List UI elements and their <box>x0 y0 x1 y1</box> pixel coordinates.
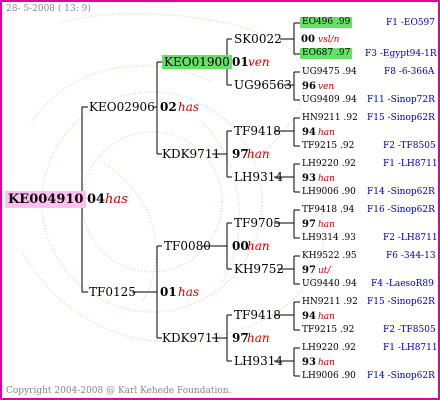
gen4-num-7: 93 <box>302 357 316 368</box>
gen4-bottom-right-3: F14 -Sinop62R <box>367 187 435 197</box>
gen4-top-right-4: F16 -Sinop62R <box>367 205 435 215</box>
gen3-father-2[interactable]: TF9705 <box>234 217 281 229</box>
gen4-bottom-2[interactable]: TF9215 .92 <box>302 142 354 151</box>
gen4-num-2: 94 <box>302 127 316 138</box>
gen1-id-1[interactable]: TF0125 <box>89 286 136 298</box>
gen4-bottom-right-4: F2 -LH8711 <box>383 233 438 243</box>
gen4-top-right-2: F15 -Sinop62R <box>367 113 435 123</box>
gen4-tag-2: han <box>318 128 335 138</box>
gen4-top-right-3: F1 -LH8711 <box>383 159 438 169</box>
gen2-id-0[interactable]: KEO01900 <box>162 55 232 69</box>
gen1-id-0[interactable]: KEO02906 <box>89 101 155 113</box>
gen2-id-3[interactable]: KDK9711 <box>162 332 220 344</box>
gen2-tag-3: han <box>247 331 270 345</box>
gen3-mother-0[interactable]: UG96563 <box>234 79 292 91</box>
gen2-tag-0: ven <box>248 55 270 69</box>
gen4-bottom-3[interactable]: LH9006 .90 <box>302 188 356 197</box>
gen4-bottom-right-6: F2 -TF8505 <box>383 325 436 335</box>
gen4-num-4: 97 <box>302 219 316 230</box>
root-id[interactable]: KE004910 <box>5 191 87 208</box>
pedigree-window: 28- 5-2008 ( 13: 9) KE004910 04 has KEO0… <box>0 0 440 400</box>
gen4-top-right-7: F1 -LH8711 <box>383 343 438 353</box>
gen2-id-2[interactable]: TF0080 <box>164 240 211 252</box>
root-tag: has <box>105 192 128 207</box>
gen4-bottom-right-0: F3 -Egypt94-1R <box>365 49 437 59</box>
gen1-number-0: 02 <box>160 100 177 114</box>
gen4-tag-3: han <box>318 174 335 184</box>
gen4-top-6[interactable]: HN9211 .92 <box>302 298 358 307</box>
gen4-tag-0: vsl/n <box>318 35 340 45</box>
gen4-bottom-5[interactable]: UG9440 .94 <box>302 280 357 289</box>
gen4-num-0: 00 <box>301 34 315 45</box>
gen4-bottom-4[interactable]: LH9314 .93 <box>302 234 356 243</box>
gen4-top-5[interactable]: KH9522 .95 <box>302 252 357 261</box>
gen4-tag-7: han <box>318 358 335 368</box>
root-number: 04 <box>87 192 106 207</box>
gen4-num-1: 96 <box>302 81 316 92</box>
gen4-top-0[interactable]: EO496 .99 <box>300 17 353 28</box>
gen4-top-4[interactable]: TF9418 .94 <box>302 206 354 215</box>
gen3-mother-3[interactable]: LH9314 <box>234 355 283 367</box>
gen4-tag-6: han <box>318 312 335 322</box>
gen4-tag-1: ven <box>318 82 335 92</box>
gen4-top-2[interactable]: HN9211 .92 <box>302 114 358 123</box>
gen4-bottom-0[interactable]: EO687 .97 <box>300 48 353 59</box>
gen3-mother-1[interactable]: LH9314 <box>234 171 283 183</box>
footer-copyright: Copyright 2004-2008 @ Karl Kehede Founda… <box>6 386 232 396</box>
gen4-tag-4: han <box>318 220 335 230</box>
gen3-father-3[interactable]: TF9418 <box>234 309 281 321</box>
gen4-bottom-right-1: F11 -Sinop72R <box>367 95 435 105</box>
gen4-tag-5: ut/ <box>318 266 331 276</box>
gen2-tag-2: han <box>247 239 270 253</box>
gen3-mother-2[interactable]: KH9752 <box>234 263 284 275</box>
gen2-tag-1: han <box>247 147 270 161</box>
gen4-bottom-6[interactable]: TF9215 .92 <box>302 326 354 335</box>
gen4-top-right-6: F15 -Sinop62R <box>367 297 435 307</box>
gen4-top-right-1: F8 -6-366A <box>384 67 435 77</box>
gen1-tag-0: has <box>178 100 200 114</box>
gen2-number-0: 01 <box>232 55 249 69</box>
gen4-num-3: 93 <box>302 173 316 184</box>
gen1-number-1: 01 <box>160 285 177 299</box>
gen2-id-1[interactable]: KDK9711 <box>162 148 220 160</box>
gen4-top-right-0: F1 -EO597 <box>386 18 435 28</box>
gen4-bottom-right-5: F4 -LaesoR89 <box>371 279 434 289</box>
gen4-top-3[interactable]: LH9220 .92 <box>302 160 356 169</box>
gen4-top-1[interactable]: UG9475 .94 <box>302 68 357 77</box>
gen4-bottom-1[interactable]: UG9409 .94 <box>302 96 357 105</box>
gen1-tag-1: has <box>178 285 200 299</box>
gen4-bottom-right-2: F2 -TF8505 <box>383 141 436 151</box>
gen4-top-7[interactable]: LH9220 .92 <box>302 344 356 353</box>
gen3-father-1[interactable]: TF9418 <box>234 125 281 137</box>
gen3-father-0[interactable]: SK0022 <box>234 33 282 45</box>
gen4-bottom-7[interactable]: LH9006 .90 <box>302 372 356 381</box>
gen4-num-6: 94 <box>302 311 316 322</box>
gen4-bottom-right-7: F14 -Sinop62R <box>367 371 435 381</box>
gen4-num-5: 97 <box>302 265 316 276</box>
gen4-top-right-5: F6 -344-13 <box>386 251 436 261</box>
